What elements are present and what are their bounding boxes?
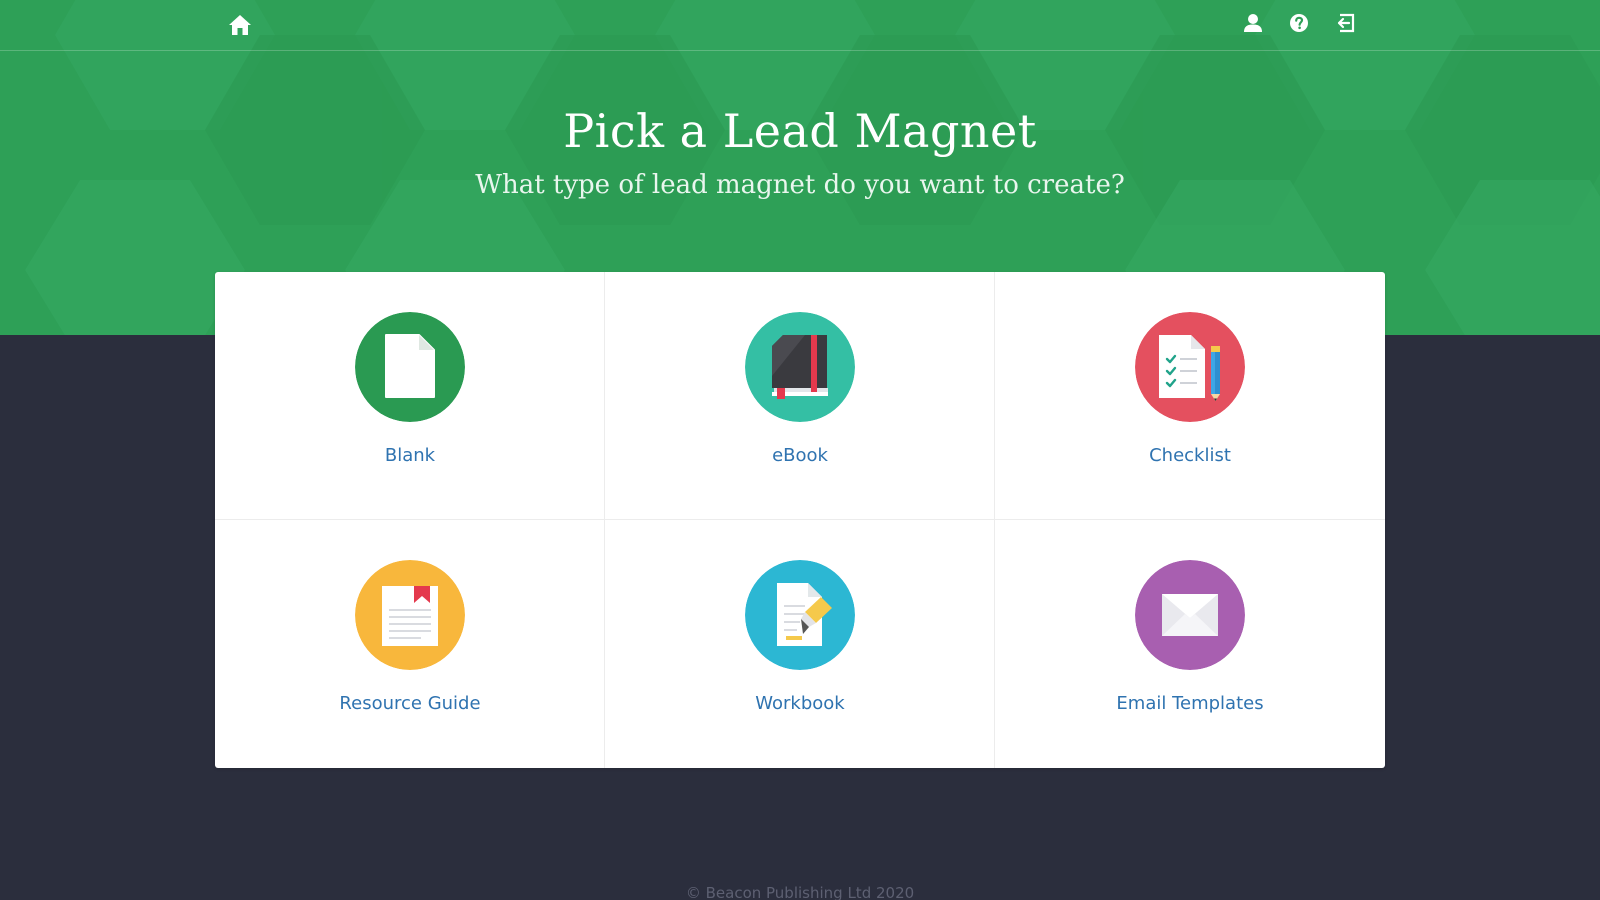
option-card-checklist[interactable]: Checklist (995, 272, 1385, 520)
option-label: Email Templates (1116, 693, 1264, 714)
option-card-resource-guide[interactable]: Resource Guide (215, 520, 605, 768)
account-button[interactable] (1238, 8, 1268, 38)
option-card-workbook[interactable]: Workbook (605, 520, 995, 768)
lead-magnet-options-panel: Blank eBook Checklist Resource Guide Wor… (215, 272, 1385, 768)
footer-copyright: © Beacon Publishing Ltd 2020 (685, 884, 915, 900)
option-card-email-templates[interactable]: Email Templates (995, 520, 1385, 768)
option-label: Checklist (1149, 445, 1231, 466)
checklist-icon (1135, 312, 1245, 422)
help-button[interactable] (1284, 8, 1314, 38)
option-card-ebook[interactable]: eBook (605, 272, 995, 520)
ebook-icon (745, 312, 855, 422)
home-button[interactable] (225, 10, 255, 40)
logout-button[interactable] (1331, 8, 1361, 38)
user-icon (1244, 14, 1262, 32)
page-title: Pick a Lead Magnet (563, 104, 1037, 158)
workbook-icon (745, 560, 855, 670)
option-label: Resource Guide (339, 693, 481, 714)
help-icon (1290, 14, 1308, 32)
logout-icon (1337, 13, 1355, 33)
page-subtitle: What type of lead magnet do you want to … (475, 170, 1125, 200)
resource-guide-icon (355, 560, 465, 670)
email-templates-icon (1135, 560, 1245, 670)
home-icon (229, 15, 251, 35)
option-label: Workbook (755, 693, 845, 714)
blank-document-icon (355, 312, 465, 422)
option-label: eBook (772, 445, 828, 466)
top-navigation-bar (0, 0, 1600, 51)
option-label: Blank (384, 445, 436, 466)
option-card-blank[interactable]: Blank (215, 272, 605, 520)
